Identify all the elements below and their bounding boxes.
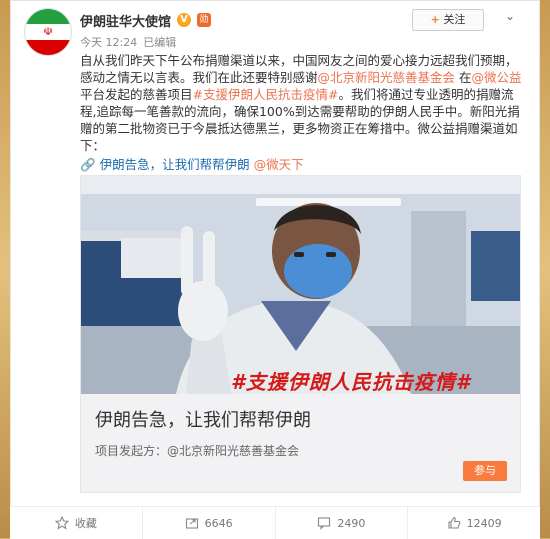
comment-count: 2490 (337, 516, 366, 530)
sponsor-prefix: 项目发起方： (95, 444, 168, 458)
link-icon: 🔗 (80, 157, 96, 172)
flag-emblem-icon: ☫ (43, 25, 53, 38)
sponsor-name[interactable]: @北京新阳光慈善基金会 (167, 444, 299, 458)
thumbs-up-icon (448, 516, 460, 529)
doctor-photo-image (81, 176, 520, 394)
author-row: 伊朗驻华大使馆 V 勋 (80, 10, 212, 30)
star-icon (54, 516, 69, 530)
verified-icon: V (177, 13, 192, 27)
medal-icon: 勋 (197, 13, 212, 27)
charity-card[interactable]: #支援伊朗人民抗击疫情# 伊朗告急，让我们帮帮伊朗 项目发起方：@北京新阳光慈善… (80, 175, 521, 493)
card-title: 伊朗告急，让我们帮帮伊朗 (95, 410, 311, 431)
share-icon (185, 518, 198, 529)
follow-button[interactable]: + 关注 (412, 9, 484, 31)
share-button[interactable]: 6646 (143, 507, 276, 539)
action-bar: 收藏 6646 2490 12409 (10, 506, 540, 539)
flag-green-band (25, 9, 71, 25)
flag-red-band (25, 39, 71, 55)
like-count: 12409 (466, 516, 502, 530)
favorite-label: 收藏 (74, 517, 97, 530)
body-text-b: 在 (455, 70, 472, 85)
mention-sunshine-foundation[interactable]: @北京新阳光慈善基金会 (318, 70, 456, 85)
hashtag-link[interactable]: #支援伊朗人民抗击疫情# (193, 87, 339, 102)
follow-label: 关注 (443, 13, 466, 26)
mention-weitianxia[interactable]: @微天下 (254, 157, 304, 172)
share-count: 6646 (204, 516, 233, 530)
favorite-button[interactable]: 收藏 (10, 507, 143, 539)
charity-link[interactable]: 伊朗告急，让我们帮帮伊朗 (100, 157, 250, 172)
join-button[interactable]: 参与 (463, 461, 507, 481)
plus-icon: + (430, 13, 440, 26)
avatar[interactable]: ☫ (24, 8, 72, 56)
post-meta: 今天 12:24 已编辑 (80, 34, 176, 50)
chevron-down-icon[interactable]: ⌄ (500, 6, 520, 26)
mention-weigongyi[interactable]: @微公益 (472, 70, 522, 85)
author-name[interactable]: 伊朗驻华大使馆 (80, 11, 171, 30)
post-time[interactable]: 今天 12:24 (80, 34, 137, 50)
post-body: 自从我们昨天下午公布捐赠渠道以来，中国网友之间的爱心接力远超我们预期，感动之情无… (80, 52, 525, 173)
post-link-line: 🔗 伊朗告急，让我们帮帮伊朗 @微天下 (80, 156, 525, 173)
post-paragraph: 自从我们昨天下午公布捐赠渠道以来，中国网友之间的爱心接力远超我们预期，感动之情无… (80, 52, 525, 154)
body-text-c: 平台发起的慈善项目 (80, 87, 193, 102)
photo-hashtag-overlay: #支援伊朗人民抗击疫情# (231, 370, 471, 394)
like-button[interactable]: 12409 (408, 507, 540, 539)
comment-icon (318, 517, 331, 530)
card-sponsor: 项目发起方：@北京新阳光慈善基金会 (95, 442, 299, 459)
comment-button[interactable]: 2490 (276, 507, 409, 539)
doctor-photo: #支援伊朗人民抗击疫情# (81, 176, 520, 394)
edited-label: 已编辑 (143, 36, 177, 49)
